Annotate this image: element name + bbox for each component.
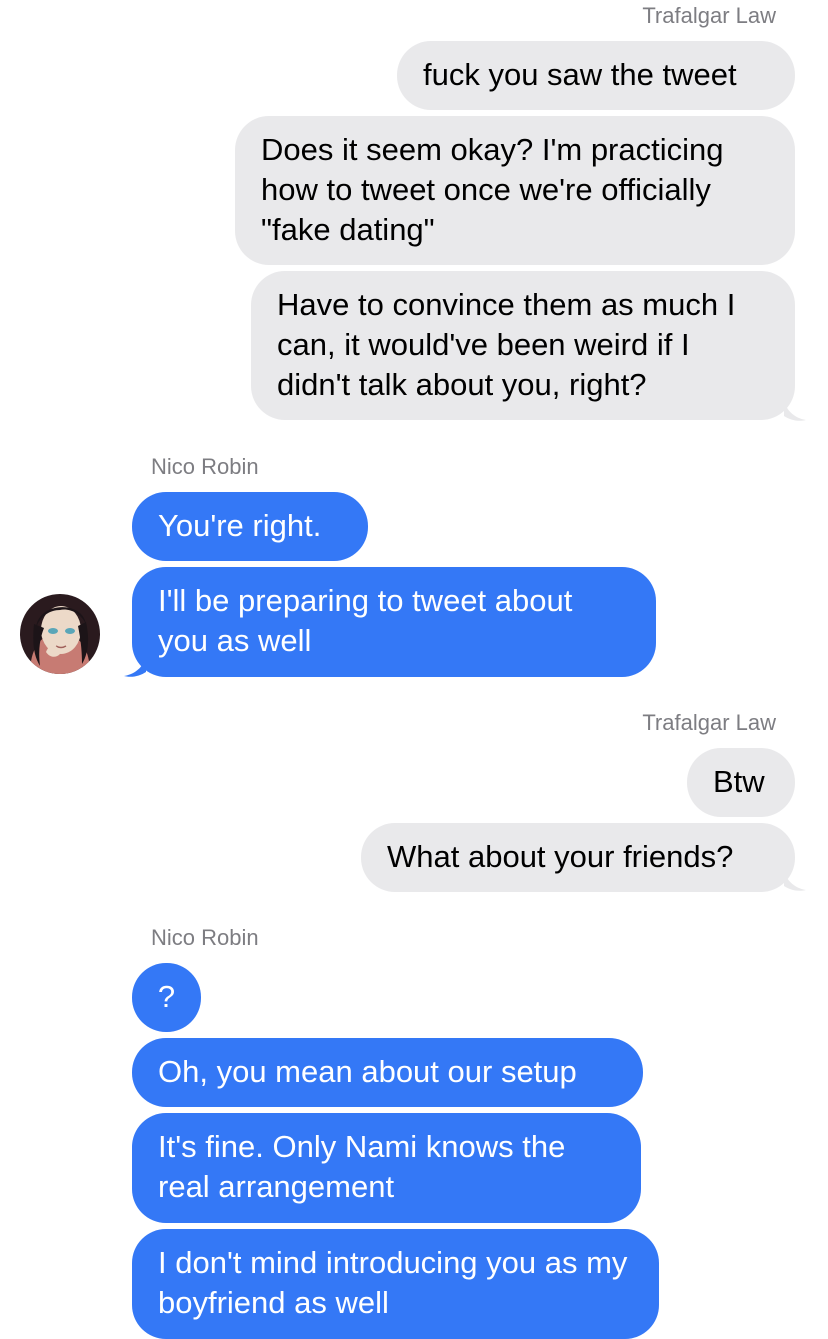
message-text: I'll be preparing to tweet about you as … <box>158 583 573 658</box>
avatar-image <box>20 594 100 674</box>
message-text: I don't mind introducing you as my boyfr… <box>158 1245 628 1320</box>
message-bubble-incoming[interactable]: You're right. <box>132 492 368 561</box>
sender-name-trafalgar-law: Trafalgar Law <box>642 3 776 28</box>
message-bubble-incoming[interactable]: It's fine. Only Nami knows the real arra… <box>132 1113 641 1223</box>
bubble-tail-outgoing <box>784 400 806 421</box>
avatar[interactable] <box>20 594 100 674</box>
message-text: You're right. <box>158 508 322 543</box>
message-text: Does it seem okay? I'm practicing how to… <box>261 132 724 247</box>
message-bubble-incoming[interactable]: I'll be preparing to tweet about you as … <box>132 567 656 677</box>
sender-name-nico-robin: Nico Robin <box>151 925 259 950</box>
message-text: Btw <box>713 764 765 799</box>
sender-name-trafalgar-law: Trafalgar Law <box>642 710 776 735</box>
message-text: It's fine. Only Nami knows the real arra… <box>158 1129 566 1204</box>
message-bubble-outgoing[interactable]: Btw <box>687 748 795 817</box>
bubble-tail-incoming <box>124 656 146 677</box>
message-bubble-outgoing[interactable]: Does it seem okay? I'm practicing how to… <box>235 116 795 265</box>
message-bubble-incoming[interactable]: ? <box>132 963 201 1032</box>
message-bubble-outgoing[interactable]: Have to convince them as much I can, it … <box>251 271 795 420</box>
message-bubble-outgoing[interactable]: What about your friends? <box>361 823 795 892</box>
message-text: fuck you saw the tweet <box>423 57 737 92</box>
message-text: What about your friends? <box>387 839 734 874</box>
message-bubble-outgoing[interactable]: fuck you saw the tweet <box>397 41 795 110</box>
message-bubble-incoming[interactable]: Oh, you mean about our setup <box>132 1038 643 1107</box>
message-bubble-incoming[interactable]: I don't mind introducing you as my boyfr… <box>132 1229 659 1339</box>
message-text: Have to convince them as much I can, it … <box>277 287 736 402</box>
sender-name-nico-robin: Nico Robin <box>151 454 259 479</box>
bubble-tail-outgoing <box>784 870 806 891</box>
message-text: ? <box>157 979 176 1014</box>
message-text: Oh, you mean about our setup <box>158 1054 577 1089</box>
